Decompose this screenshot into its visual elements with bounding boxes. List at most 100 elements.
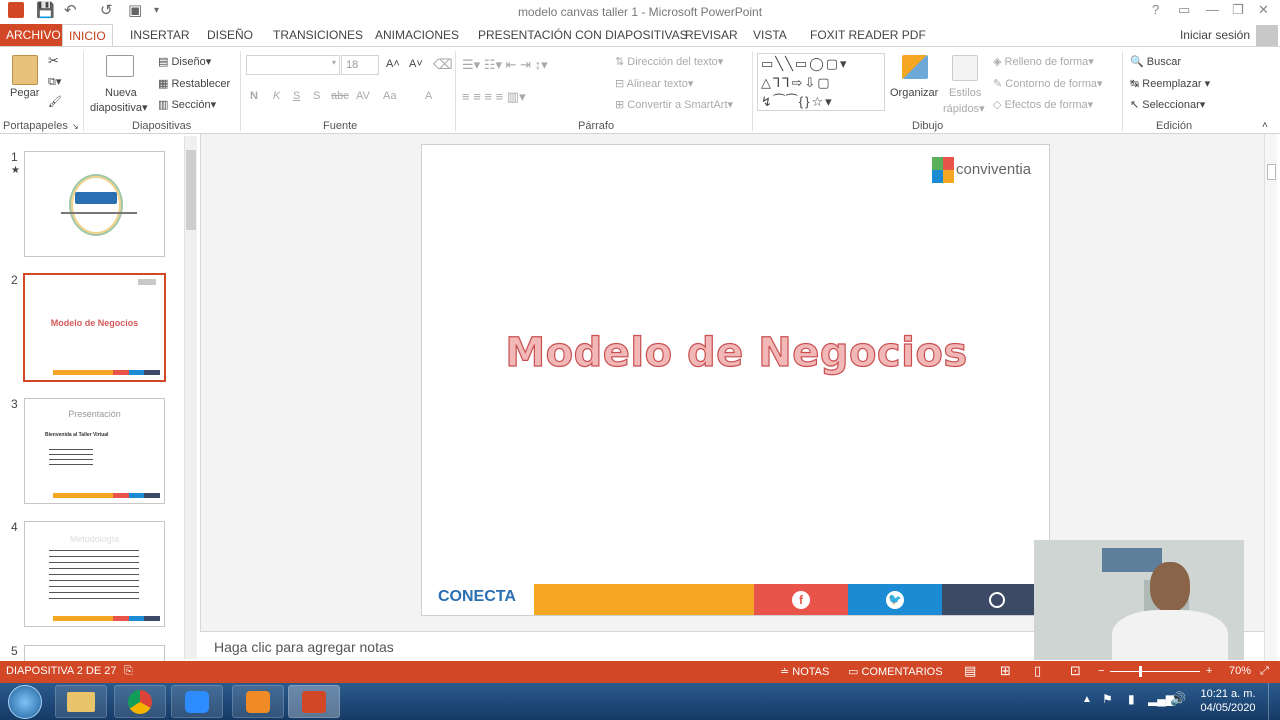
arrange-button[interactable]: Organizar [890,87,938,99]
slideshow-icon[interactable]: ⊡ [1070,663,1081,679]
quick-styles-label[interactable]: Estilos [949,87,981,99]
editor-scrollbar[interactable] [1264,134,1277,661]
chrome-icon [128,690,152,714]
thumb-number: 3 [11,397,18,411]
replace-button[interactable]: ↹ Reemplazar ▾ [1130,77,1210,90]
thumbnails-scrollbar[interactable] [184,136,197,659]
slide-canvas[interactable]: conviventia Modelo de Negocios CONECTA f… [421,144,1050,616]
new-slide-label-2[interactable]: diapositiva▾ [90,101,148,114]
scroll-thumb[interactable] [1267,164,1276,180]
close-icon[interactable]: ✕ [1258,2,1269,18]
select-button[interactable]: ↖ Seleccionar▾ [1130,98,1205,111]
sign-in-link[interactable]: Iniciar sesión [1180,28,1250,42]
slide-thumbnail-2[interactable]: Modelo de Negocios [23,273,166,382]
paste-button[interactable]: Pegar [10,87,39,99]
copy-icon[interactable]: ⧉▾ [48,75,61,89]
shrink-font-icon[interactable]: A˅ [409,58,423,70]
new-slide-icon[interactable] [106,55,134,77]
font-family-select[interactable] [246,55,340,75]
arrange-icon[interactable] [902,55,928,79]
text-direction-button[interactable]: ⇅ Dirección del texto▾ [615,55,723,68]
text-direction-label: Dirección del texto [627,56,718,68]
reset-button[interactable]: ▦ Restablecer [158,77,230,90]
bullets-icon[interactable]: ☰▾ ☷▾ ⇤ ⇥ ↕▾ [462,57,548,73]
tab-transiciones[interactable]: TRANSICIONES [267,24,369,47]
section-button[interactable]: ▥ Sección▾ [158,98,216,111]
taskbar-explorer[interactable] [55,685,107,718]
help-icon[interactable]: ? [1152,2,1159,17]
slide-footer: CONECTA f 🐦 [422,584,1049,615]
tab-inicio[interactable]: INICIO [62,24,113,47]
slide-thumbnail-4[interactable]: Metodología [24,521,165,627]
layout-button[interactable]: ▤ Diseño▾ [158,55,211,68]
zoom-out-icon[interactable]: − [1098,665,1104,677]
restore-icon[interactable]: ❐ [1232,2,1244,18]
comments-toggle[interactable]: ▭ COMENTARIOS [848,665,943,678]
taskbar-foxit[interactable] [232,685,284,718]
slide-thumbnail-1[interactable] [24,151,165,257]
collapse-ribbon-icon[interactable]: ˄ [1262,120,1268,131]
new-slide-label[interactable]: Nueva [105,87,137,99]
strikethrough-button[interactable]: abc [331,90,349,102]
grow-font-icon[interactable]: A˄ [386,58,400,70]
align-icons[interactable]: ≡ ≡ ≡ ≡ ▥▾ [462,89,526,105]
start-button[interactable] [8,685,42,719]
scroll-thumb[interactable] [186,150,196,230]
align-text-button[interactable]: ⊟ Alinear texto▾ [615,77,693,90]
tab-presentacion[interactable]: PRESENTACIÓN CON DIAPOSITIVAS [472,24,694,47]
char-spacing-button[interactable]: AV [356,90,370,102]
slide-sorter-icon[interactable]: ⊞ [1000,663,1011,679]
slide-title[interactable]: Modelo de Negocios [422,329,1049,376]
tab-foxit[interactable]: FOXIT READER PDF [804,24,932,47]
quick-styles-icon[interactable] [952,55,978,81]
battery-icon[interactable]: ▮ [1128,692,1135,706]
tab-diseno[interactable]: DISEÑO [201,24,259,47]
fit-slide-icon[interactable]: ⤢ [1260,665,1269,678]
notes-toggle[interactable]: ≐ NOTAS [780,665,829,678]
show-desktop-button[interactable] [1268,683,1280,720]
shape-outline-button[interactable]: ✎ Contorno de forma▾ [993,77,1103,90]
volume-icon[interactable]: 🔊 [1170,691,1186,707]
zoom-slider-thumb[interactable] [1139,666,1142,677]
format-painter-icon[interactable]: 🖌 [48,95,62,108]
tab-revisar[interactable]: REVISAR [679,24,744,47]
avatar[interactable] [1256,25,1278,47]
dialog-launcher-icon[interactable]: ↘ [72,122,79,131]
ribbon-display-icon[interactable]: ▭ [1178,2,1190,18]
minimize-icon[interactable]: — [1206,2,1219,17]
zoom-level[interactable]: 70% [1229,665,1251,677]
change-case-button[interactable]: Aa [383,90,396,102]
spellcheck-icon[interactable]: ⎘ [124,665,133,678]
taskbar-powerpoint[interactable] [288,685,340,718]
smartart-button[interactable]: ⊞ Convertir a SmartArt▾ [615,98,733,111]
shapes-gallery[interactable]: ▭╲╲▭◯▢▾ △⅂⅂⇨⇩▢ ↯⁀⁀{}☆▾ [757,53,885,111]
clear-format-icon[interactable]: ⌫ [433,56,453,73]
bold-button[interactable]: N [250,90,258,102]
slide-thumbnail-5[interactable] [24,645,165,661]
normal-view-icon[interactable]: ▤ [964,663,976,679]
slide-thumbnail-3[interactable]: Presentación Bienvenida al Taller Virtua… [24,398,165,504]
action-center-icon[interactable]: ⚑ [1102,692,1113,706]
shape-effects-button[interactable]: ◇ Efectos de forma▾ [993,98,1093,111]
tray-overflow-icon[interactable]: ▲ [1082,694,1092,705]
shadow-button[interactable]: S [313,90,320,102]
font-color-button[interactable]: A [425,90,432,102]
zoom-in-icon[interactable]: + [1206,665,1212,677]
taskbar-zoom[interactable] [171,685,223,718]
tab-archivo[interactable]: ARCHIVO [0,24,67,47]
tab-insertar[interactable]: INSERTAR [124,24,196,47]
quick-styles-label-2[interactable]: rápidos▾ [943,102,985,115]
tab-animaciones[interactable]: ANIMACIONES [369,24,465,47]
find-button[interactable]: 🔍 Buscar [1130,55,1181,68]
zoom-slider[interactable] [1110,671,1200,672]
shape-fill-button[interactable]: ◈ Relleno de forma▾ [993,55,1094,68]
italic-button[interactable]: K [273,90,280,102]
paste-icon[interactable] [12,55,38,85]
reading-view-icon[interactable]: ▯ [1034,663,1041,679]
taskbar-chrome[interactable] [114,685,166,718]
font-size-select[interactable]: 18 [341,55,379,75]
system-clock[interactable]: 10:21 a. m. 04/05/2020 [1196,687,1260,715]
tab-vista[interactable]: VISTA [747,24,793,47]
cut-icon[interactable]: ✂ [48,53,59,69]
underline-button[interactable]: S [293,90,300,102]
